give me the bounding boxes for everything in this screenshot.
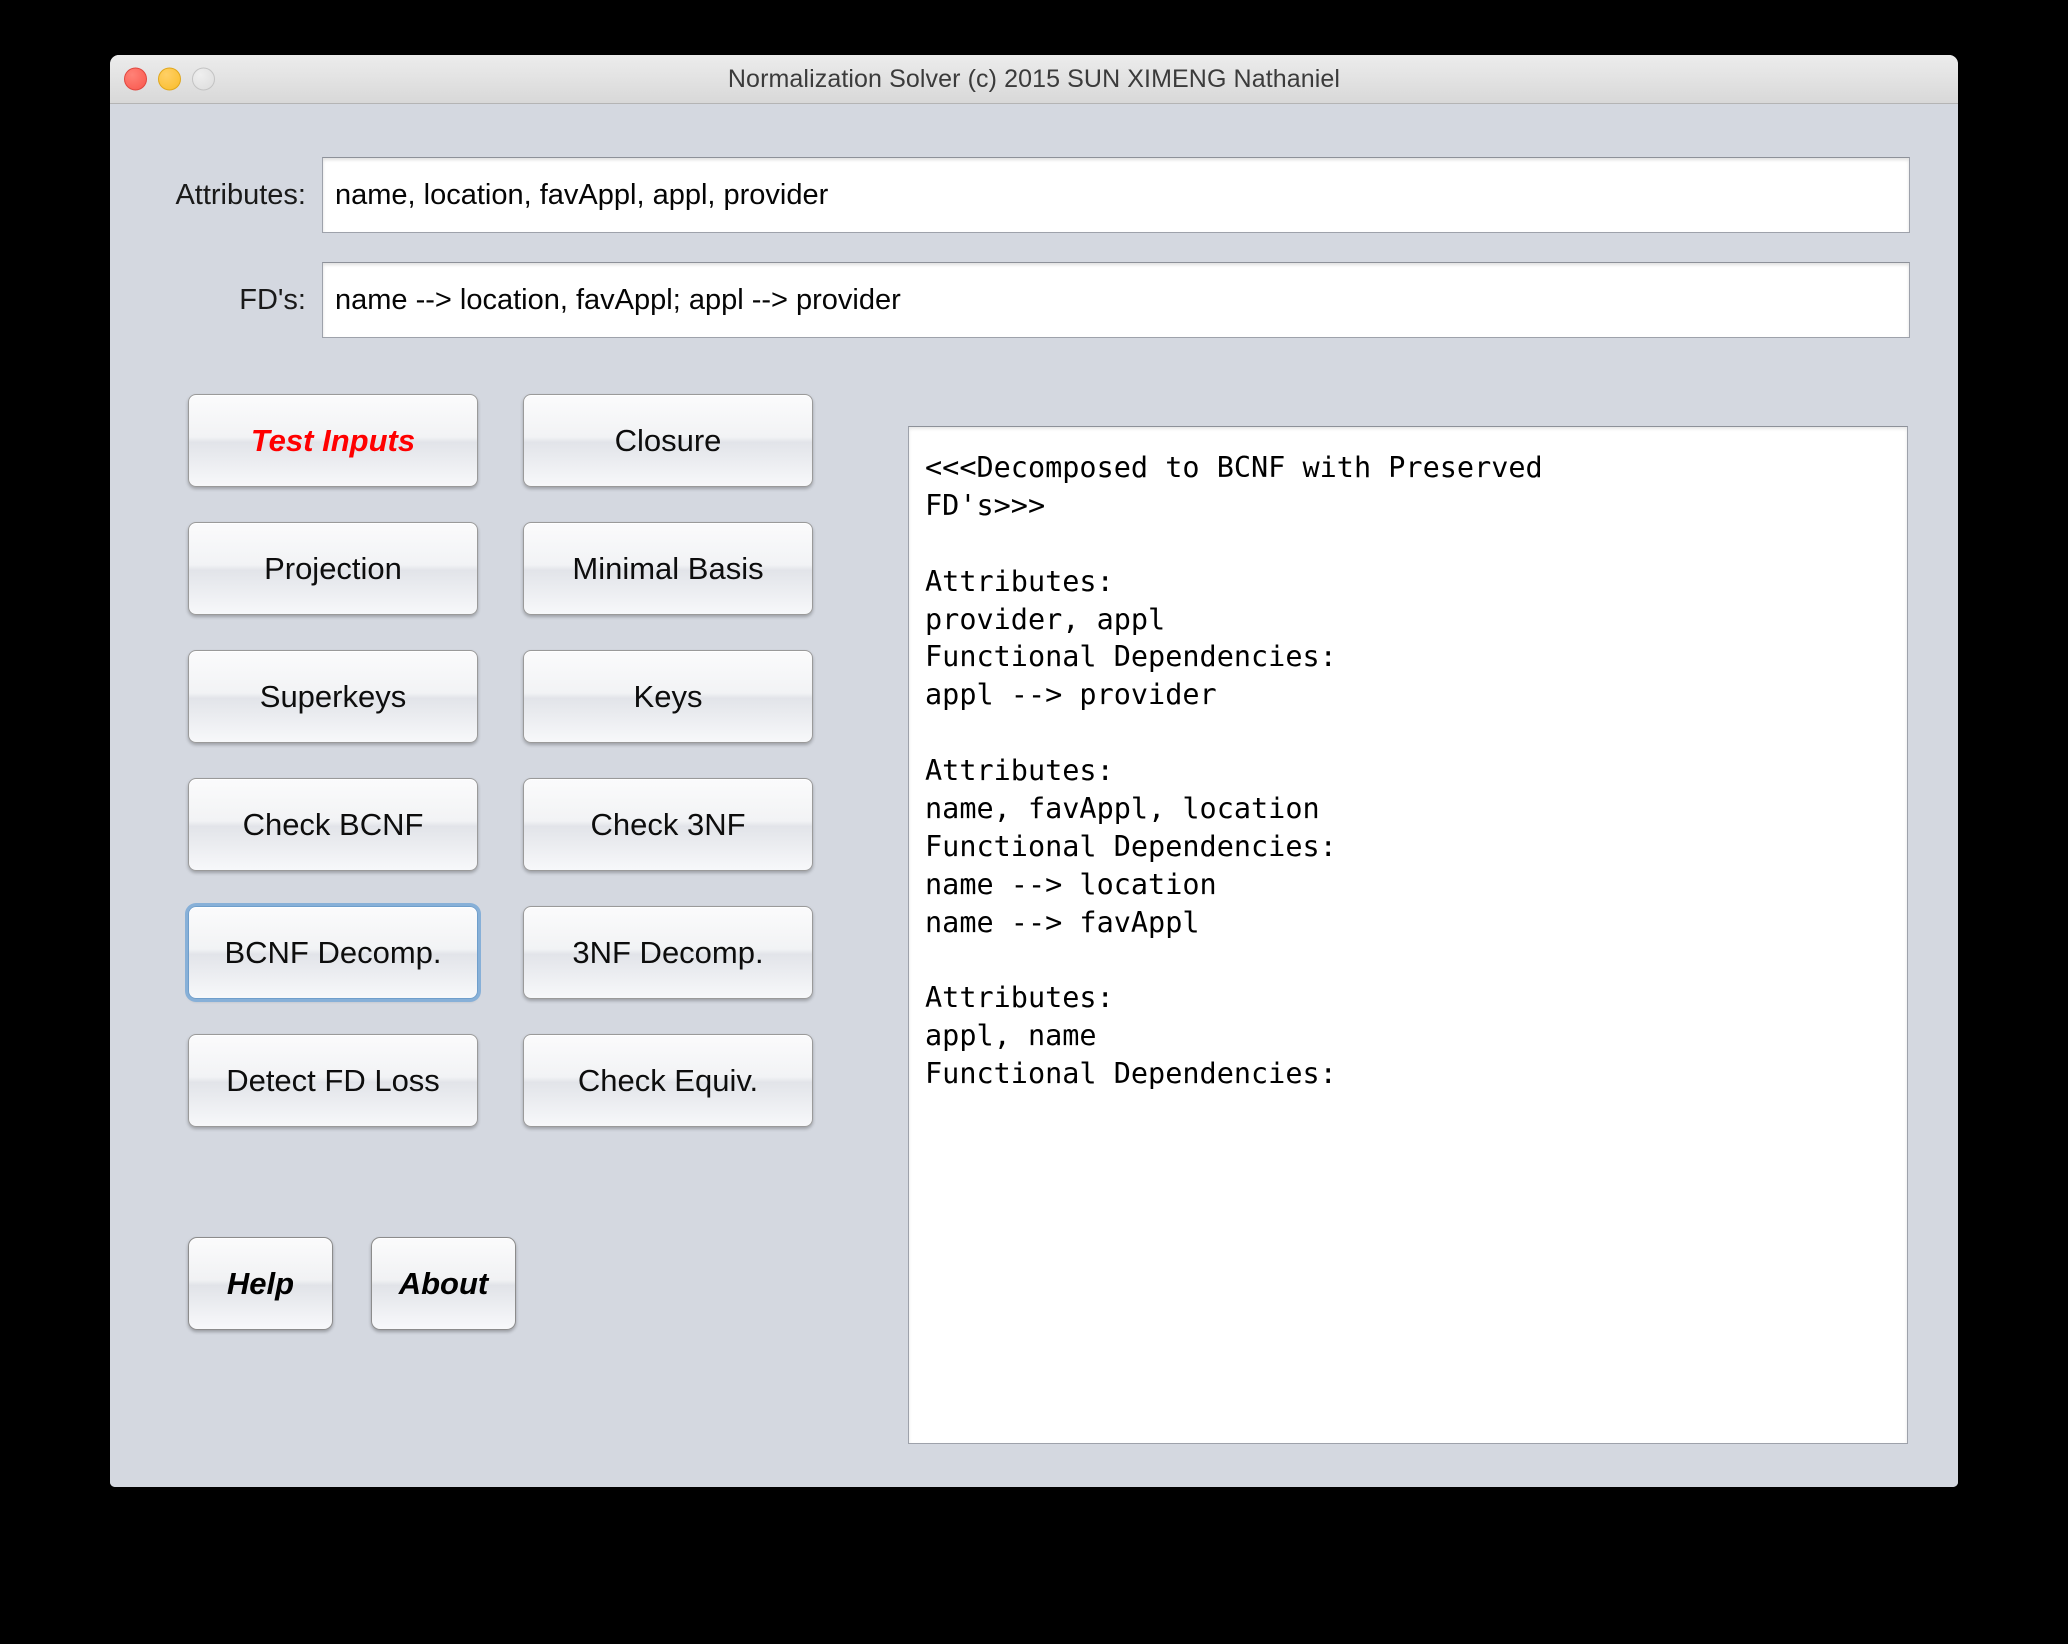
test-inputs-button[interactable]: Test Inputs: [188, 394, 478, 487]
output-text: <<<Decomposed to BCNF with Preserved FD'…: [925, 451, 1543, 1091]
check-bcnf-button[interactable]: Check BCNF: [188, 778, 478, 871]
output-panel[interactable]: <<<Decomposed to BCNF with Preserved FD'…: [908, 426, 1908, 1444]
check-3nf-button[interactable]: Check 3NF: [523, 778, 813, 871]
attributes-input[interactable]: [322, 157, 1910, 233]
fds-input[interactable]: [322, 262, 1910, 338]
button-row-5: BCNF Decomp. 3NF Decomp.: [188, 906, 828, 999]
action-button-panel: Test Inputs Closure Projection Minimal B…: [188, 394, 828, 1330]
window-title-bar[interactable]: Normalization Solver (c) 2015 SUN XIMENG…: [110, 55, 1958, 104]
closure-button[interactable]: Closure: [523, 394, 813, 487]
attributes-row: Attributes:: [110, 154, 1910, 236]
button-row-1: Test Inputs Closure: [188, 394, 828, 487]
fds-row: FD's:: [110, 259, 1910, 341]
attributes-label: Attributes:: [175, 178, 306, 211]
keys-button[interactable]: Keys: [523, 650, 813, 743]
button-row-6: Detect FD Loss Check Equiv.: [188, 1034, 828, 1127]
detect-fd-loss-button[interactable]: Detect FD Loss: [188, 1034, 478, 1127]
fds-label: FD's:: [239, 283, 306, 316]
3nf-decomp-button[interactable]: 3NF Decomp.: [523, 906, 813, 999]
bcnf-decomp-button[interactable]: BCNF Decomp.: [188, 906, 478, 999]
help-about-row: Help About: [188, 1237, 828, 1330]
superkeys-button[interactable]: Superkeys: [188, 650, 478, 743]
projection-button[interactable]: Projection: [188, 522, 478, 615]
button-row-2: Projection Minimal Basis: [188, 522, 828, 615]
desktop-background: Normalization Solver (c) 2015 SUN XIMENG…: [0, 0, 2068, 1644]
window-title: Normalization Solver (c) 2015 SUN XIMENG…: [727, 65, 1341, 93]
window-content: Attributes: FD's: Test Inputs Closure Pr…: [110, 104, 1958, 1487]
about-button[interactable]: About: [371, 1237, 516, 1330]
button-row-3: Superkeys Keys: [188, 650, 828, 743]
check-equiv-button[interactable]: Check Equiv.: [523, 1034, 813, 1127]
application-window: Normalization Solver (c) 2015 SUN XIMENG…: [110, 55, 1958, 1487]
button-row-4: Check BCNF Check 3NF: [188, 778, 828, 871]
minimal-basis-button[interactable]: Minimal Basis: [523, 522, 813, 615]
help-button[interactable]: Help: [188, 1237, 333, 1330]
